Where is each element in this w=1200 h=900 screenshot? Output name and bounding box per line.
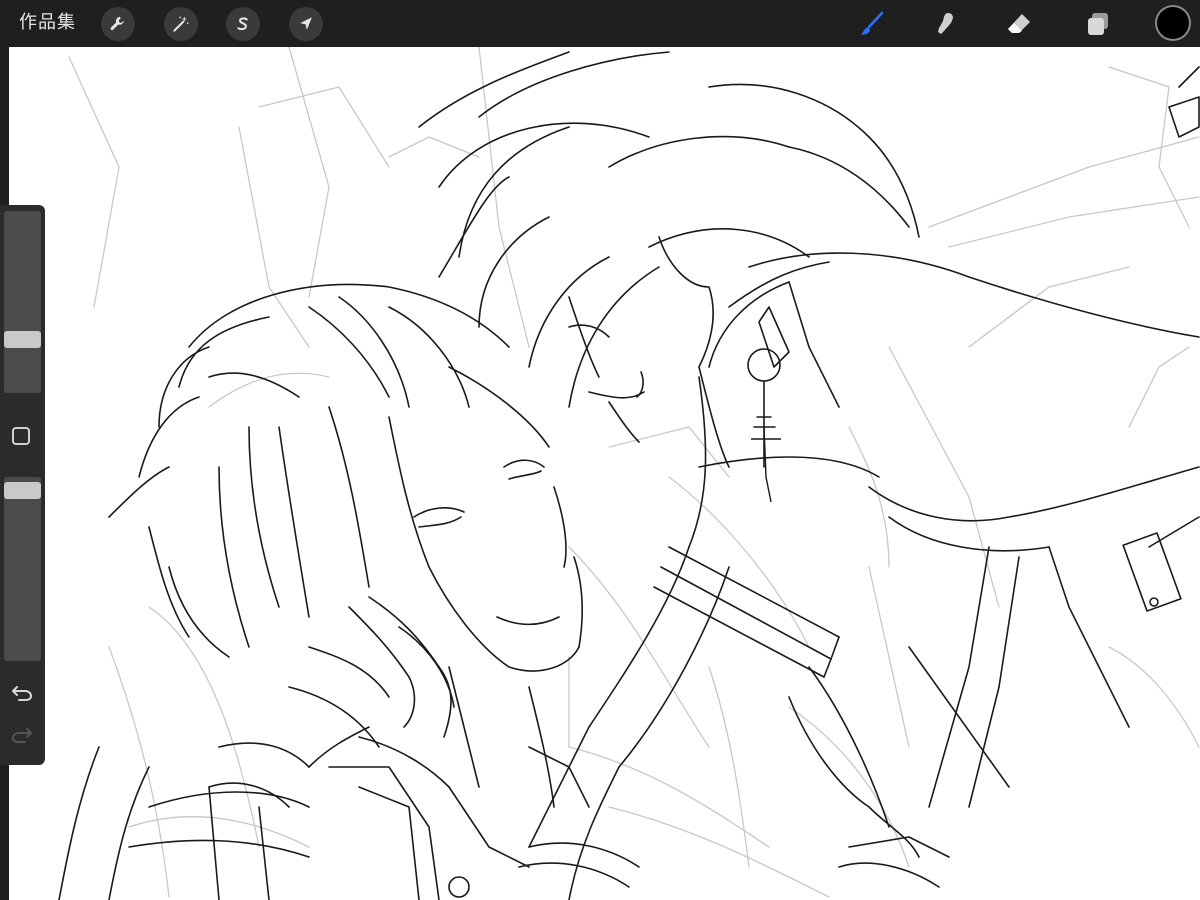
- drawing-canvas[interactable]: [9, 47, 1200, 900]
- top-toolbar: 作品集: [0, 0, 1200, 47]
- layers-icon: [1088, 13, 1108, 35]
- brush-size-thumb[interactable]: [4, 331, 41, 348]
- actions-button[interactable]: [101, 7, 135, 41]
- brush-size-slider[interactable]: [4, 211, 41, 393]
- brush-tool-button[interactable]: [856, 8, 888, 40]
- smudge-finger-icon: [938, 13, 953, 34]
- redo-button[interactable]: [10, 725, 34, 745]
- adjustments-button[interactable]: [164, 7, 198, 41]
- undo-button[interactable]: [10, 683, 34, 703]
- selection-button[interactable]: [226, 7, 260, 41]
- redo-icon: [11, 728, 32, 743]
- eraser-tool-button[interactable]: [1003, 8, 1035, 40]
- sidebar: [0, 205, 45, 765]
- smudge-tool-button[interactable]: [929, 8, 961, 40]
- color-picker-button[interactable]: [1157, 7, 1189, 39]
- eraser-icon: [1008, 14, 1030, 33]
- procreate-app: 作品集: [0, 0, 1200, 900]
- layers-button[interactable]: [1082, 8, 1114, 40]
- transform-button[interactable]: [289, 7, 323, 41]
- arrow-cursor-icon: [300, 17, 312, 30]
- brush-icon: [861, 11, 884, 35]
- undo-icon: [12, 686, 33, 701]
- selection-s-icon: [237, 17, 248, 31]
- wrench-icon: [110, 16, 124, 31]
- magic-wand-icon: [173, 16, 189, 32]
- modify-button[interactable]: [12, 427, 30, 445]
- brush-opacity-thumb[interactable]: [4, 482, 41, 499]
- gallery-button[interactable]: 作品集: [19, 12, 76, 34]
- line-art-illustration: [58, 47, 1200, 900]
- brush-opacity-slider[interactable]: [4, 477, 41, 661]
